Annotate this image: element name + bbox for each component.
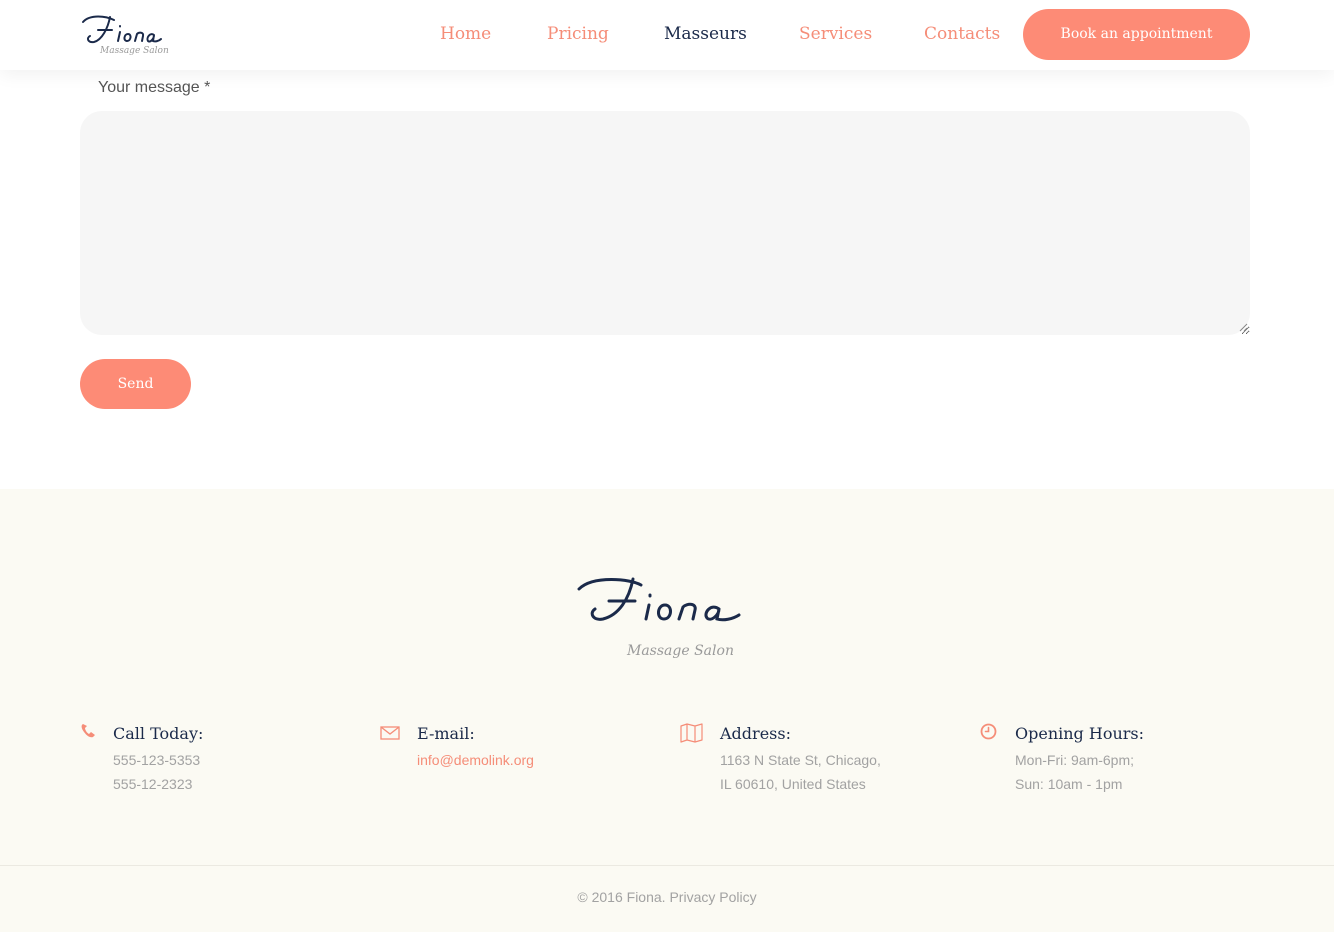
phone-number-1[interactable]: 555-123-5353 bbox=[113, 752, 200, 768]
hours-weekdays: Mon-Fri: 9am-6pm; bbox=[1015, 752, 1135, 768]
message-label: Your message * bbox=[98, 79, 211, 96]
footer-logo[interactable]: Massage Salon bbox=[573, 567, 758, 659]
book-appointment-button[interactable]: Book an appointment bbox=[1023, 9, 1250, 60]
email-heading: E-mail: bbox=[417, 724, 475, 743]
nav-home[interactable]: Home bbox=[440, 0, 491, 70]
map-icon bbox=[680, 723, 703, 743]
privacy-policy-link[interactable]: Privacy Policy bbox=[669, 889, 756, 905]
address-line-1: 1163 N State St, Chicago, bbox=[720, 752, 881, 768]
call-today-heading: Call Today: bbox=[113, 724, 204, 743]
site-footer: Massage Salon Call Today: 555-123-5353 5… bbox=[0, 489, 1334, 932]
envelope-icon bbox=[380, 726, 400, 740]
logo-tagline: Massage Salon bbox=[100, 46, 169, 56]
address-heading: Address: bbox=[720, 724, 791, 743]
copyright-text: © 2016 Fiona. bbox=[577, 889, 666, 905]
footer-divider bbox=[0, 865, 1334, 866]
nav-contacts[interactable]: Contacts bbox=[924, 0, 1000, 70]
site-header: Massage Salon Home Pricing Masseurs Serv… bbox=[0, 0, 1334, 70]
phone-icon bbox=[81, 724, 95, 738]
email-link[interactable]: info@demolink.org bbox=[417, 752, 534, 768]
header-logo[interactable]: Massage Salon bbox=[80, 8, 190, 62]
nav-services[interactable]: Services bbox=[799, 0, 872, 70]
nav-masseurs[interactable]: Masseurs bbox=[664, 0, 747, 70]
phone-number-2[interactable]: 555-12-2323 bbox=[113, 776, 192, 792]
nav-pricing[interactable]: Pricing bbox=[547, 0, 609, 70]
message-textarea[interactable] bbox=[80, 111, 1250, 335]
address-line-2: IL 60610, United States bbox=[720, 776, 866, 792]
footer-logo-script bbox=[577, 577, 741, 622]
opening-hours-heading: Opening Hours: bbox=[1015, 724, 1145, 743]
hours-sunday: Sun: 10am - 1pm bbox=[1015, 776, 1123, 792]
copyright-bar: © 2016 Fiona. Privacy Policy bbox=[0, 889, 1334, 905]
send-button[interactable]: Send bbox=[80, 359, 191, 409]
resize-handle-icon[interactable] bbox=[1238, 322, 1248, 332]
footer-logo-tagline: Massage Salon bbox=[627, 643, 734, 659]
clock-icon bbox=[980, 723, 997, 740]
